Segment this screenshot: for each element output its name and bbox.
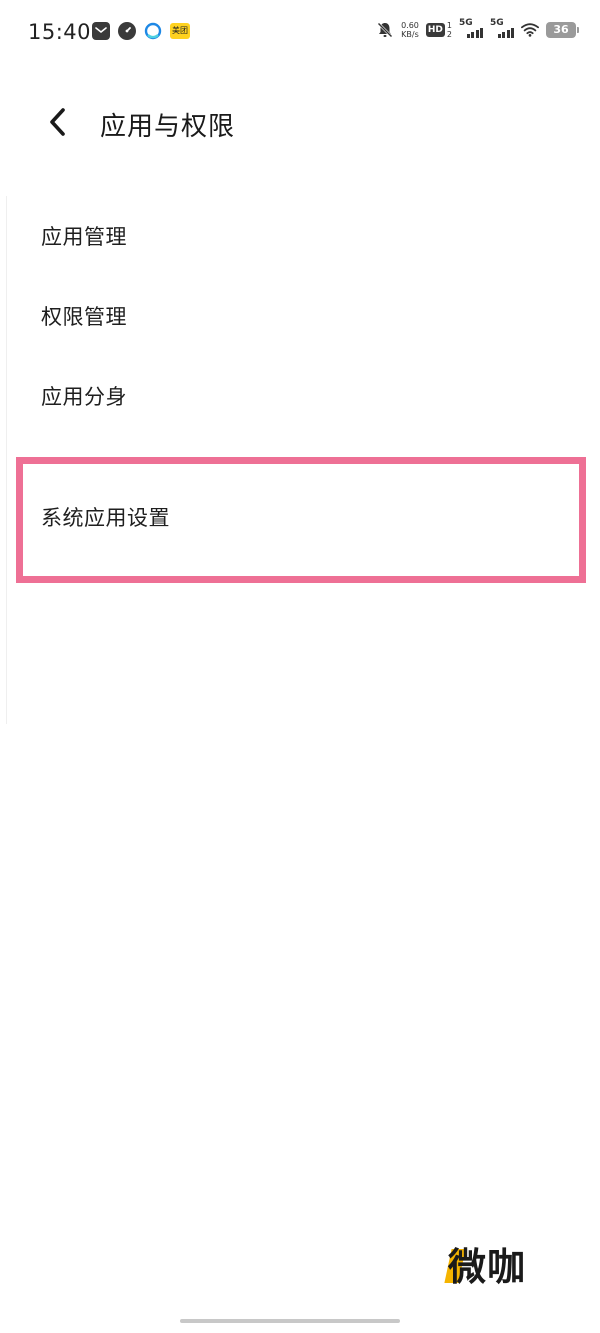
- sim-index-top: 1: [446, 21, 452, 30]
- speedometer-icon: [118, 22, 136, 40]
- sim-index: 1 2: [447, 21, 452, 39]
- menu-item-permission-management[interactable]: 权限管理: [0, 276, 600, 356]
- network-speed: 0.60 KB/s: [401, 21, 419, 39]
- page-header: 应用与权限: [0, 66, 600, 184]
- menu-item-label: 应用管理: [41, 225, 127, 249]
- home-gesture-bar[interactable]: [180, 1319, 400, 1323]
- menu-item-label: 应用分身: [41, 385, 127, 409]
- net-speed-unit: KB/s: [401, 30, 419, 39]
- hd-voice-badge: HD: [425, 23, 445, 37]
- menu-item-label: 系统应用设置: [41, 506, 170, 530]
- menu-item-system-app-settings[interactable]: 系统应用设置: [0, 477, 600, 557]
- menu-item-label: 权限管理: [41, 305, 127, 329]
- net-speed-value: 0.60: [401, 21, 419, 30]
- chevron-left-icon: [48, 107, 68, 141]
- menu-item-app-management[interactable]: 应用管理: [0, 196, 600, 276]
- page-title: 应用与权限: [100, 112, 236, 142]
- meituan-app-icon: 美团: [170, 23, 190, 39]
- status-bar: 15:40 美团 0.60 KB/s HD 1 2 5G 5G 36: [0, 0, 600, 66]
- back-button[interactable]: [36, 102, 80, 146]
- signal-2-icon: 5G: [490, 18, 514, 40]
- mute-bell-icon: [376, 21, 394, 39]
- watermark-logo: 微咖: [444, 1243, 554, 1293]
- browser-icon: [144, 22, 162, 40]
- wifi-icon: [521, 21, 539, 39]
- system-icons: 0.60 KB/s HD 1 2 5G 5G 36: [376, 18, 579, 40]
- battery-icon: 36: [546, 22, 579, 38]
- status-time: 15:40: [28, 20, 92, 44]
- signal-1-icon: 5G: [459, 18, 483, 40]
- notification-icons: 美团: [92, 22, 190, 40]
- menu-item-app-clone[interactable]: 应用分身: [0, 356, 600, 436]
- signal-1-label: 5G: [459, 18, 473, 28]
- signal-2-label: 5G: [490, 18, 504, 28]
- mail-icon: [92, 22, 110, 40]
- sim-index-bottom: 2: [446, 30, 452, 39]
- watermark-text: 微咖: [448, 1245, 527, 1289]
